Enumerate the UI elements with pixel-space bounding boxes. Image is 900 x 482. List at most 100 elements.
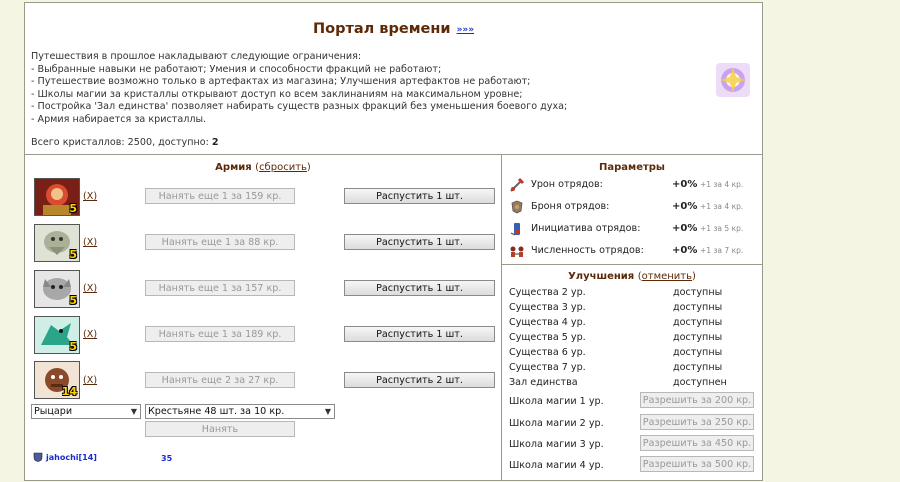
upgrades-cancel-link[interactable]: отменить <box>642 271 692 282</box>
unit-portrait[interactable]: 5 <box>34 270 80 308</box>
restriction-line: - Путешествие возможно только в артефакт… <box>31 76 531 88</box>
upgrade-status: доступны <box>673 317 723 328</box>
army-title: Армия (сбросить) <box>215 162 311 173</box>
dismiss-button[interactable]: Распустить 1 шт. <box>344 188 495 204</box>
dismiss-button[interactable]: Распустить 2 шт. <box>344 372 495 388</box>
allow-school-button[interactable]: Разрешить за 200 кр. <box>640 392 754 408</box>
upgrade-status: доступны <box>673 347 723 358</box>
upgrade-label: Существа 5 ур. <box>509 332 586 343</box>
unit-portrait[interactable]: 14 <box>34 361 80 399</box>
upgrade-label: Зал единства <box>509 377 578 388</box>
unit-count: 5 <box>69 340 77 353</box>
param-upgrade-link[interactable]: +1 за 5 кр. <box>700 224 743 233</box>
allow-school-button[interactable]: Разрешить за 450 кр. <box>640 435 754 451</box>
hire-more-button[interactable]: Нанять еще 1 за 88 кр. <box>145 234 295 250</box>
param-upgrade-link[interactable]: +1 за 7 кр. <box>700 246 743 255</box>
unit-count: 5 <box>69 294 77 307</box>
param-row-damage: Урон отрядов: +0% +1 за 4 кр. <box>509 177 759 193</box>
param-label: Инициатива отрядов: <box>531 223 641 234</box>
unit-count: 5 <box>69 202 77 215</box>
params-divider <box>502 264 762 265</box>
remove-unit-link[interactable]: (X) <box>83 329 97 340</box>
player-value: 35 <box>161 454 173 463</box>
column-divider <box>501 154 502 480</box>
param-upgrade-link[interactable]: +1 за 4 кр. <box>700 180 743 189</box>
player-info: jahochi[14] <box>33 452 97 462</box>
unit-count: 5 <box>69 248 77 261</box>
param-value: +0% <box>672 245 698 256</box>
param-row-count: Численность отрядов: +0% +1 за 7 кр. <box>509 243 759 259</box>
allow-school-button[interactable]: Разрешить за 250 кр. <box>640 414 754 430</box>
crystals-total: Всего кристаллов: 2500, доступно: 2 <box>31 137 219 148</box>
hire-more-button[interactable]: Нанять еще 1 за 189 кр. <box>145 326 295 342</box>
upgrade-label: Существа 2 ур. <box>509 287 586 298</box>
dismiss-button[interactable]: Распустить 1 шт. <box>344 326 495 342</box>
player-name-link[interactable]: jahochi[14] <box>46 453 97 462</box>
param-label: Урон отрядов: <box>531 179 603 190</box>
remove-unit-link[interactable]: (X) <box>83 237 97 248</box>
dismiss-button[interactable]: Распустить 1 шт. <box>344 280 495 296</box>
allow-school-button[interactable]: Разрешить за 500 кр. <box>640 456 754 472</box>
upgrade-status: доступны <box>673 332 723 343</box>
shield-icon <box>33 452 43 462</box>
dismiss-button[interactable]: Распустить 1 шт. <box>344 234 495 250</box>
damage-icon <box>510 177 525 192</box>
restriction-line: - Постройка 'Зал единства' позволяет наб… <box>31 101 568 113</box>
unit-portrait[interactable]: 5 <box>34 316 80 354</box>
armor-icon <box>511 200 523 214</box>
restriction-line: - Армия набирается за кристаллы. <box>31 113 207 125</box>
param-value: +0% <box>672 201 698 212</box>
hire-more-button[interactable]: Нанять еще 1 за 157 кр. <box>145 280 295 296</box>
param-row-initiative: Инициатива отрядов: +0% +1 за 5 кр. <box>509 221 759 237</box>
upgrade-label: Существа 6 ур. <box>509 347 586 358</box>
magic-school-label: Школа магии 1 ур. <box>509 396 604 407</box>
restriction-line: - Школы магии за кристаллы открывают дос… <box>31 88 523 100</box>
params-title: Параметры <box>599 162 665 173</box>
faction-select[interactable]: Рыцари ▼ <box>31 404 141 419</box>
unit-count: 14 <box>61 385 77 398</box>
upgrade-status: доступнен <box>673 377 727 388</box>
army-reset-link[interactable]: сбросить <box>259 162 307 173</box>
upgrade-label: Существа 3 ур. <box>509 302 586 313</box>
upgrade-label: Существа 7 ур. <box>509 362 586 373</box>
faction-select-value: Рыцари <box>34 406 73 417</box>
upgrade-status: доступны <box>673 302 723 313</box>
param-value: +0% <box>672 179 698 190</box>
upgrades-title: Улучшения (отменить) <box>568 271 696 282</box>
magic-school-label: Школа магии 2 ур. <box>509 418 604 429</box>
magic-school-label: Школа магии 4 ур. <box>509 460 604 471</box>
page-title: Портал времени »»» <box>25 21 762 37</box>
remove-unit-link[interactable]: (X) <box>83 191 97 202</box>
param-label: Численность отрядов: <box>531 245 644 256</box>
remove-unit-link[interactable]: (X) <box>83 283 97 294</box>
army-title-text: Армия <box>215 162 252 173</box>
crystal-portal-icon <box>714 61 752 99</box>
unit-type-select-value: Крестьяне 48 шт. за 10 кр. <box>148 406 285 417</box>
restriction-line: - Выбранные навыки не работают; Умения и… <box>31 63 442 75</box>
param-value: +0% <box>672 223 698 234</box>
hire-more-button[interactable]: Нанять еще 2 за 27 кр. <box>145 372 295 388</box>
param-label: Броня отрядов: <box>531 201 610 212</box>
upgrade-label: Существа 4 ур. <box>509 317 586 328</box>
param-row-armor: Броня отрядов: +0% +1 за 4 кр. <box>509 199 759 215</box>
unit-type-select[interactable]: Крестьяне 48 шт. за 10 кр. ▼ <box>145 404 335 419</box>
upgrade-status: доступны <box>673 287 723 298</box>
magic-school-label: Школа магии 3 ур. <box>509 439 604 450</box>
initiative-icon <box>510 223 520 236</box>
param-upgrade-link[interactable]: +1 за 4 кр. <box>700 202 743 211</box>
portal-info-link[interactable]: »»» <box>457 25 474 35</box>
chevron-down-icon: ▼ <box>324 407 331 416</box>
restrictions-text: Путешествия в прошлое накладывают следую… <box>31 51 691 127</box>
time-portal-panel: Портал времени »»» Путешествия в прошлое … <box>24 2 763 481</box>
title-text: Портал времени <box>312 21 451 37</box>
hire-button[interactable]: Нанять <box>145 421 295 437</box>
remove-unit-link[interactable]: (X) <box>83 375 97 386</box>
upgrade-status: доступны <box>673 362 723 373</box>
crystals-available-value: 2 <box>211 137 219 148</box>
troop-count-icon <box>510 246 524 257</box>
unit-portrait[interactable]: 5 <box>34 178 80 216</box>
restrictions-intro: Путешествия в прошлое накладывают следую… <box>31 51 362 62</box>
header-divider <box>25 154 762 155</box>
hire-more-button[interactable]: Нанять еще 1 за 159 кр. <box>145 188 295 204</box>
unit-portrait[interactable]: 5 <box>34 224 80 262</box>
